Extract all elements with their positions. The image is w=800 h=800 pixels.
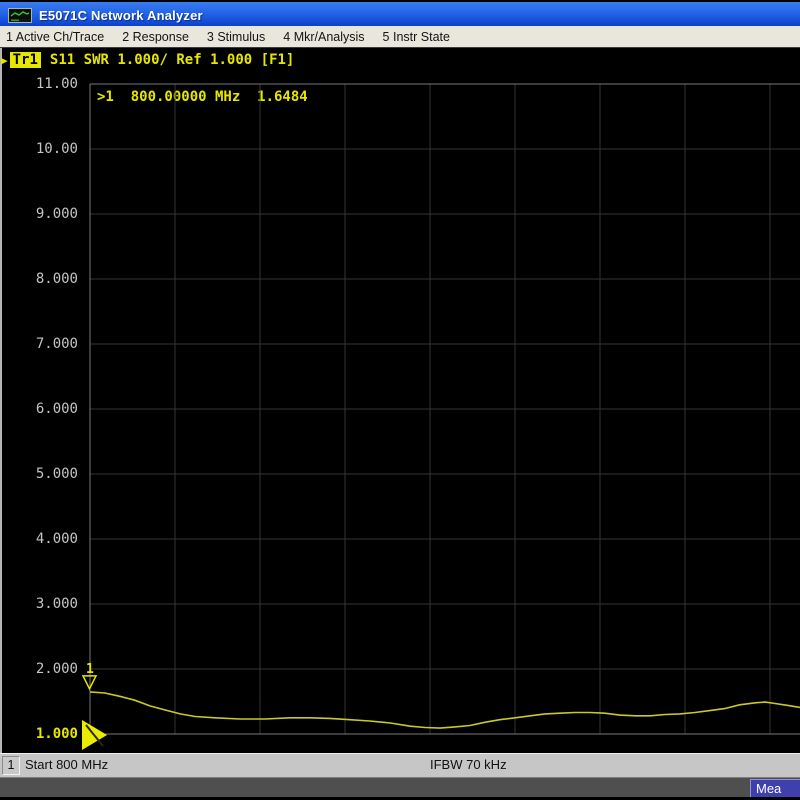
menu-item-3[interactable]: 3 Stimulus	[198, 30, 274, 44]
start-frequency-label: Start 800 MHz	[25, 757, 108, 772]
y-tick-label: 7.000	[26, 336, 78, 352]
active-trace-indicator-icon: ▶	[1, 54, 8, 67]
status-bar: 1 Start 800 MHz IFBW 70 kHz	[0, 753, 800, 777]
menu-item-1[interactable]: 1 Active Ch/Trace	[0, 30, 113, 44]
y-tick-label: 10.00	[26, 141, 78, 157]
menu-item-4[interactable]: 4 Mkr/Analysis	[274, 30, 373, 44]
taskbar: Mea	[0, 777, 800, 798]
marker-readout: >1 800.00000 MHz 1.6484	[97, 89, 308, 105]
y-tick-label: 3.000	[26, 596, 78, 612]
display-area	[0, 48, 800, 753]
analyzer-screen: E5071C Network Analyzer 1 Active Ch/Trac…	[0, 0, 800, 800]
menu-item-2[interactable]: 2 Response	[113, 30, 198, 44]
trace-label-chip[interactable]: Tr1	[10, 52, 41, 68]
trace-settings-text: S11 SWR 1.000/ Ref 1.000 [F1]	[50, 52, 294, 68]
title-bar: E5071C Network Analyzer	[0, 0, 800, 28]
y-tick-label: 5.000	[26, 466, 78, 482]
y-tick-label: 1.000	[26, 726, 78, 742]
channel-number-box: 1	[2, 756, 20, 775]
window-title: E5071C Network Analyzer	[39, 8, 203, 23]
ifbw-label: IFBW 70 kHz	[430, 757, 507, 772]
window-left-edge	[0, 48, 2, 753]
y-tick-label: 11.00	[26, 76, 78, 92]
y-tick-label: 6.000	[26, 401, 78, 417]
y-tick-label: 2.000	[26, 661, 78, 677]
menu-bar: 1 Active Ch/Trace2 Response3 Stimulus4 M…	[0, 26, 800, 48]
trace-status-bar: ▶ Tr1 S11 SWR 1.000/ Ref 1.000 [F1]	[1, 51, 294, 69]
menu-item-5[interactable]: 5 Instr State	[374, 30, 459, 44]
y-tick-label: 4.000	[26, 531, 78, 547]
app-icon	[8, 8, 32, 23]
y-tick-label: 9.000	[26, 206, 78, 222]
y-tick-label: 8.000	[26, 271, 78, 287]
meas-taskbar-button[interactable]: Mea	[750, 779, 800, 797]
